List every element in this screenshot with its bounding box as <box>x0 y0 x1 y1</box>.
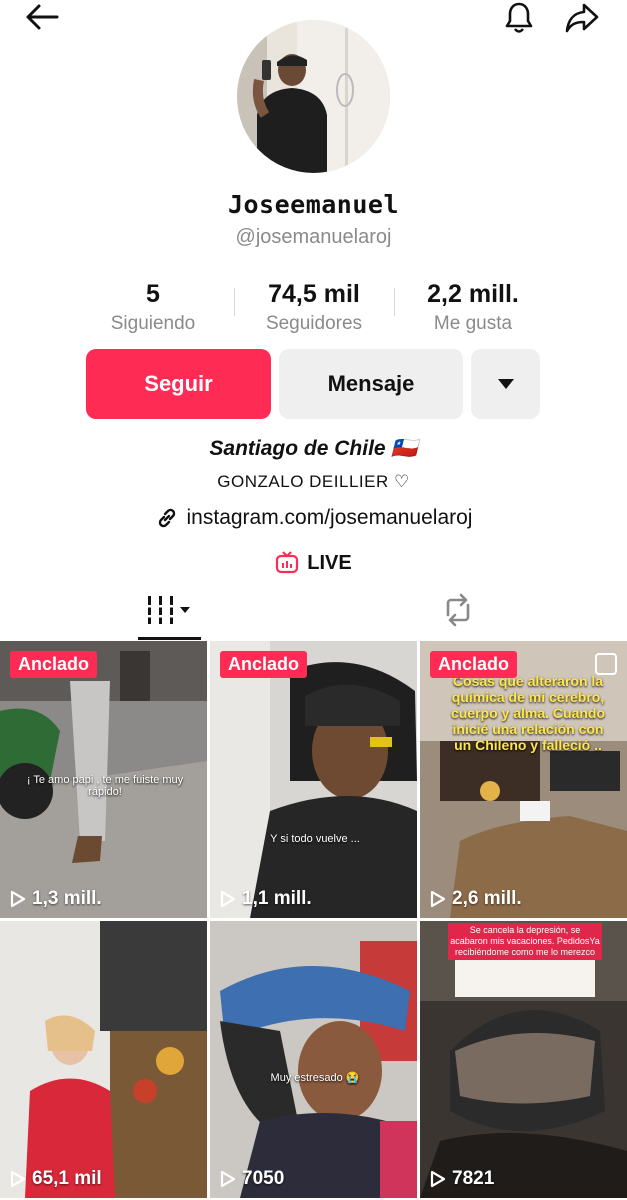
suggested-accounts-button[interactable] <box>471 349 540 419</box>
bio-location: Santiago de Chile 🇨🇱 <box>209 437 418 460</box>
stat-followers-label: Seguidores <box>265 313 363 334</box>
video-tile[interactable]: ¡ Te amo papi , te me fuiste muy rápido!… <box>0 641 207 918</box>
arrow-left-icon <box>26 4 59 30</box>
link-icon <box>158 508 175 528</box>
video-caption: Y si todo vuelve ... <box>270 833 360 845</box>
share-button[interactable] <box>560 0 604 36</box>
view-count-text: 7821 <box>452 1168 495 1189</box>
multi-photo-icon <box>595 653 617 675</box>
play-icon <box>430 1170 446 1188</box>
video-grid: ¡ Te amo papi , te me fuiste muy rápido!… <box>0 641 627 1200</box>
avatar[interactable] <box>237 20 390 173</box>
video-thumbnail <box>210 641 417 918</box>
tab-videos[interactable] <box>138 590 201 630</box>
video-thumbnail <box>0 921 207 1198</box>
bell-icon <box>505 2 533 33</box>
view-count: 7821 <box>430 1168 494 1190</box>
video-tile[interactable]: Se cancela la depresión, se acabaron mis… <box>420 921 627 1198</box>
stat-likes-label: Me gusta <box>433 313 513 334</box>
video-thumbnail <box>210 921 417 1198</box>
view-count-text: 1,3 mill. <box>32 888 102 909</box>
tab-reposts[interactable] <box>436 590 480 630</box>
view-count-text: 2,6 mill. <box>452 888 522 909</box>
repost-icon <box>446 593 470 627</box>
bio-link[interactable]: instagram.com/josemanuelaroj <box>0 506 627 530</box>
username: Joseemanuel <box>227 190 400 219</box>
avatar-image <box>237 20 390 173</box>
video-caption: Muy estresado 😭 <box>270 1072 360 1084</box>
view-count: 65,1 mil <box>10 1168 102 1190</box>
stat-likes-value: 2,2 mill. <box>427 280 519 308</box>
pinned-badge: Anclado <box>220 651 308 678</box>
view-count: 1,3 mill. <box>10 888 102 910</box>
caret-down-icon <box>497 379 514 389</box>
message-button[interactable]: Mensaje <box>279 349 463 419</box>
view-count-text: 7050 <box>242 1168 285 1189</box>
play-icon <box>220 1170 236 1188</box>
video-thumbnail <box>420 921 627 1198</box>
pinned-badge: Anclado <box>430 651 518 678</box>
stat-followers-value: 74,5 mil <box>268 280 360 308</box>
bio-link-text: instagram.com/josemanuelaroj <box>186 506 473 529</box>
view-count: 1,1 mill. <box>220 888 312 910</box>
stat-following[interactable]: 5 Siguiendo <box>63 280 243 335</box>
view-count-text: 1,1 mill. <box>242 888 312 909</box>
video-caption: Cosas que alteraron la química de mi cer… <box>450 673 606 753</box>
play-icon <box>10 890 26 908</box>
view-count: 2,6 mill. <box>430 888 522 910</box>
notification-bell-button[interactable] <box>497 0 541 36</box>
video-caption: ¡ Te amo papi , te me fuiste muy rápido! <box>26 774 184 798</box>
play-icon <box>220 890 236 908</box>
live-label: LIVE <box>307 551 352 574</box>
video-tile[interactable]: Muy estresado 😭 7050 <box>210 921 417 1198</box>
back-button[interactable] <box>20 0 64 34</box>
tab-active-indicator <box>138 637 201 640</box>
live-tv-icon <box>276 551 299 574</box>
pinned-badge: Anclado <box>10 651 98 678</box>
follow-button[interactable]: Seguir <box>86 349 271 419</box>
user-handle: @josemanuelaroj <box>235 226 392 248</box>
stat-followers[interactable]: 74,5 mil Seguidores <box>224 280 404 335</box>
stat-following-value: 5 <box>146 280 160 308</box>
stat-following-label: Siguiendo <box>110 313 196 334</box>
view-count: 7050 <box>220 1168 284 1190</box>
play-icon <box>430 890 446 908</box>
live-button[interactable]: LIVE <box>0 551 627 575</box>
video-caption: Se cancela la depresión, se acabaron mis… <box>448 923 602 960</box>
stat-likes: 2,2 mill. Me gusta <box>383 280 563 335</box>
bio-text: GONZALO DEILLIER ♡ <box>217 472 410 491</box>
video-tile[interactable]: Y si todo vuelve ... Anclado 1,1 mill. <box>210 641 417 918</box>
video-tile[interactable]: 65,1 mil <box>0 921 207 1198</box>
grid-icon <box>145 596 190 624</box>
play-icon <box>10 1170 26 1188</box>
view-count-text: 65,1 mil <box>32 1168 102 1189</box>
video-tile[interactable]: Cosas que alteraron la química de mi cer… <box>420 641 627 918</box>
share-arrow-icon <box>565 3 599 33</box>
